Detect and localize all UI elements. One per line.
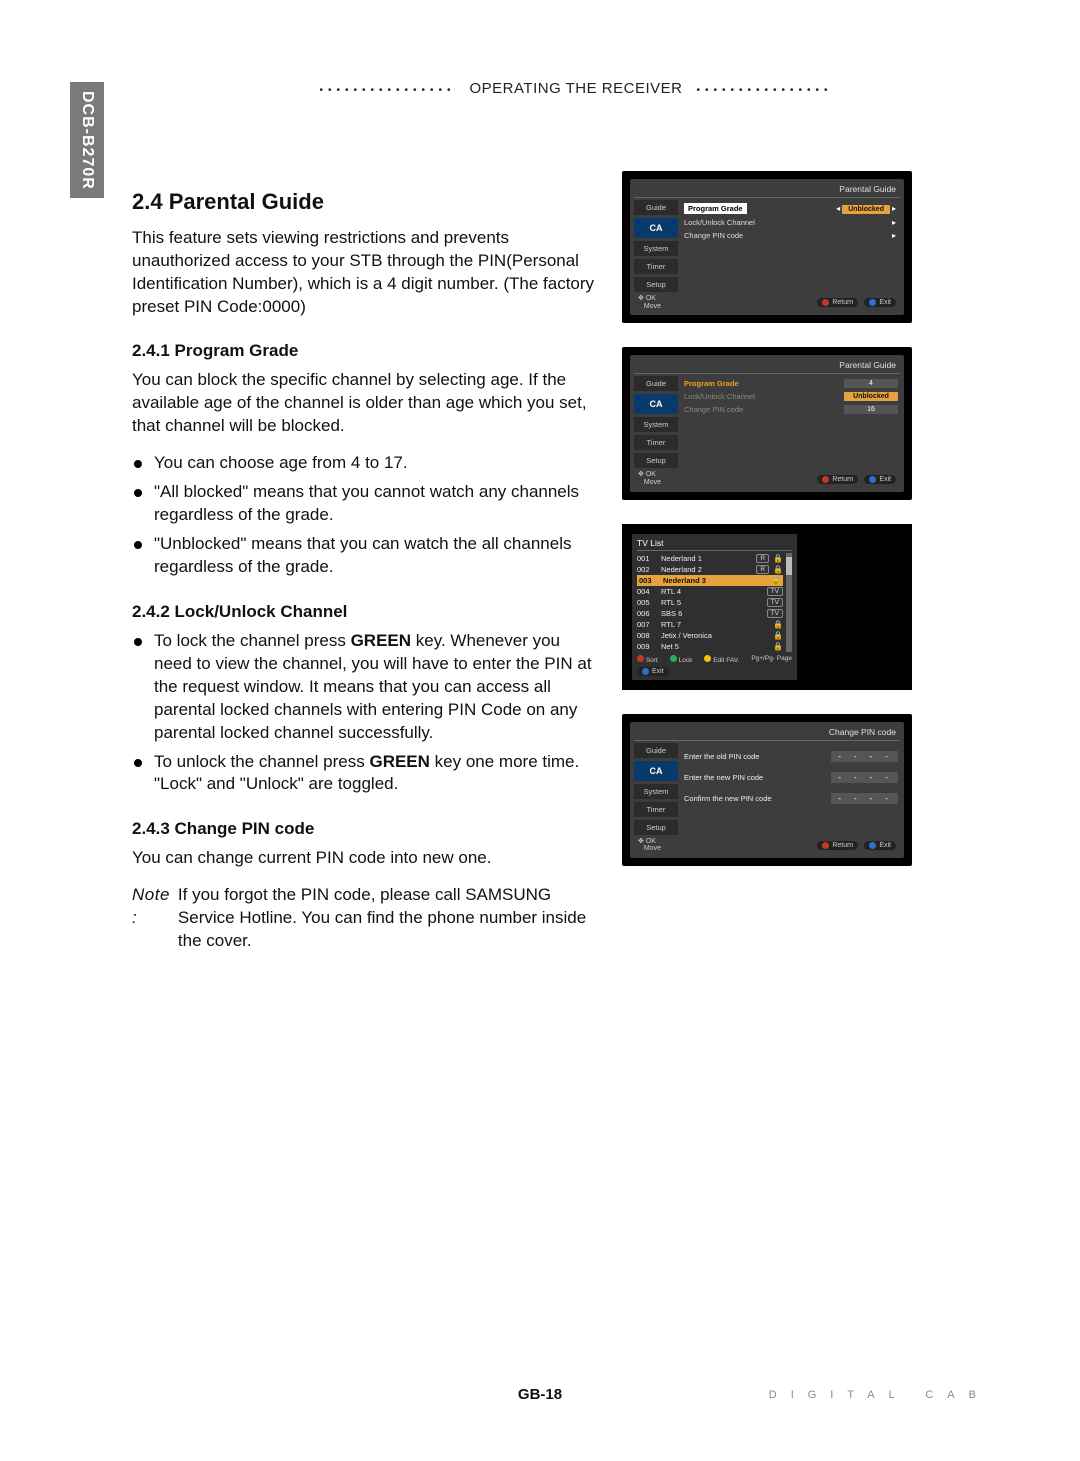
s1-ok-move: ✥ OK Move (638, 295, 661, 310)
s1-tab-guide: Guide (634, 200, 678, 215)
s4-exit: Exit (864, 841, 896, 850)
s3-edit: Edit FAV. (704, 655, 739, 664)
tvlist-row: 009Net 5🔒 (637, 641, 783, 652)
s4-ok-move: ✥ OK Move (638, 838, 661, 853)
s2-row-lock-unlock: Lock/Unlock Channel Unblocked (682, 391, 900, 402)
s1-bullet-1: You can choose age from 4 to 17. (132, 452, 602, 475)
lock-icon: 🔒 (771, 576, 781, 585)
s1-tab-system: System (634, 241, 678, 256)
section-2-4-title: 2.4 Parental Guide (132, 187, 602, 217)
s1-tab-setup: Setup (634, 277, 678, 292)
model-side-tab: DCB-B270R (70, 82, 104, 198)
s4-title: Change PIN code (634, 726, 900, 741)
s3-exit: Exit (637, 667, 669, 676)
page-footer: GB-18 DIGITAL CAB (0, 1386, 1080, 1403)
s2-tab-timer: Timer (634, 435, 678, 450)
note-row: Note : If you forgot the PIN code, pleas… (132, 884, 602, 953)
lock-icon: 🔒 (773, 642, 783, 651)
s2-bullet-2: To unlock the channel press GREEN key on… (132, 751, 602, 797)
section-2-4-1-title: 2.4.1 Program Grade (132, 340, 602, 363)
s3-page: Pg+/Pg- Page (751, 655, 792, 664)
screenshot-column: Parental Guide Guide CA System Timer Set… (622, 167, 912, 953)
s1-row-lock-unlock: Lock/Unlock Channel ▸ (682, 217, 900, 228)
s4-confirm-pin: Confirm the new PIN code- - - - (682, 791, 900, 806)
text-column: 2.4 Parental Guide This feature sets vie… (132, 167, 602, 953)
s2-tab-guide: Guide (634, 376, 678, 391)
note-text: If you forgot the PIN code, please call … (178, 884, 602, 953)
section-2-4-2-title: 2.4.2 Lock/Unlock Channel (132, 601, 602, 624)
s2-title: Parental Guide (634, 359, 900, 374)
chapter-title: OPERATING THE RECEIVER (470, 80, 683, 97)
s1-tab-timer: Timer (634, 259, 678, 274)
s4-return: Return (817, 841, 858, 850)
s2-tab-system: System (634, 417, 678, 432)
tvlist-row: 002Nederland 2R🔒 (637, 564, 783, 575)
section-2-4-intro: This feature sets viewing restrictions a… (132, 227, 602, 319)
s3-scrollbar (786, 553, 792, 652)
s4-tab-timer: Timer (634, 802, 678, 817)
tvlist-row: 007RTL 7🔒 (637, 619, 783, 630)
tvlist-row: 006SBS 6TV (637, 608, 783, 619)
s1-title: Parental Guide (634, 183, 900, 198)
tvlist-row: 003Nederland 3🔒 (637, 575, 783, 586)
footer-brand: DIGITAL CAB (769, 1389, 990, 1401)
s3-title: TV List (637, 538, 792, 551)
s4-old-pin: Enter the old PIN code- - - - (682, 749, 900, 764)
s4-tab-system: System (634, 784, 678, 799)
tvlist-row: 004RTL 4TV (637, 586, 783, 597)
s2-tab-ca: CA (634, 394, 678, 414)
s2-exit: Exit (864, 475, 896, 484)
s1-row-program-grade: Program Grade ◂Unblocked▸ (682, 202, 900, 215)
s1-return: Return (817, 298, 858, 307)
lock-icon: 🔒 (773, 554, 783, 563)
s2-return: Return (817, 475, 858, 484)
s3-sort: Sort (637, 655, 658, 664)
s2-ok-move: ✥ OK Move (638, 471, 661, 486)
s1-bullet-3: "Unblocked" means that you can watch the… (132, 533, 602, 579)
screenshot-change-pin: Change PIN code Guide CA System Timer Se… (622, 714, 912, 866)
section-2-4-3-title: 2.4.3 Change PIN code (132, 818, 602, 841)
manual-page: DCB-B270R OPERATING THE RECEIVER 2.4 Par… (0, 0, 1080, 1461)
screenshot-program-grade: Parental Guide Guide CA System Timer Set… (622, 347, 912, 499)
s1-tab-ca: CA (634, 218, 678, 238)
s2-tab-setup: Setup (634, 453, 678, 468)
s4-tab-ca: CA (634, 761, 678, 781)
tvlist-row: 001Nederland 1R🔒 (637, 553, 783, 564)
screenshot-parental-guide-menu: Parental Guide Guide CA System Timer Set… (622, 171, 912, 323)
s2-bullet-1: To lock the channel press GREEN key. Whe… (132, 630, 602, 745)
dots-left (319, 80, 455, 97)
lock-icon: 🔒 (773, 631, 783, 640)
section-2-4-1-para: You can block the specific channel by se… (132, 369, 602, 438)
tvlist-row: 008Jetix / Veronica🔒 (637, 630, 783, 641)
section-2-4-3-para: You can change current PIN code into new… (132, 847, 602, 870)
screenshot-tv-list: TV List 001Nederland 1R🔒002Nederland 2R🔒… (622, 524, 912, 690)
s4-tab-guide: Guide (634, 743, 678, 758)
page-number: GB-18 (518, 1386, 562, 1403)
s2-row-program-grade: Program Grade 4 (682, 378, 900, 389)
lock-icon: 🔒 (773, 565, 783, 574)
lock-icon: 🔒 (773, 620, 783, 629)
s4-new-pin: Enter the new PIN code- - - - (682, 770, 900, 785)
note-label: Note : (132, 884, 170, 953)
s3-rows: 001Nederland 1R🔒002Nederland 2R🔒003Neder… (637, 553, 783, 652)
s1-exit: Exit (864, 298, 896, 307)
chapter-header: OPERATING THE RECEIVER (132, 80, 1020, 97)
s1-bullet-2: "All blocked" means that you cannot watc… (132, 481, 602, 527)
tvlist-row: 005RTL 5TV (637, 597, 783, 608)
s1-row-change-pin: Change PIN code ▸ (682, 230, 900, 241)
s2-row-change-pin: Change PIN code 16 (682, 404, 900, 415)
s4-tab-setup: Setup (634, 820, 678, 835)
page-content: OPERATING THE RECEIVER 2.4 Parental Guid… (132, 80, 1020, 953)
s3-lock: Lock (670, 655, 693, 664)
dots-right (696, 80, 832, 97)
